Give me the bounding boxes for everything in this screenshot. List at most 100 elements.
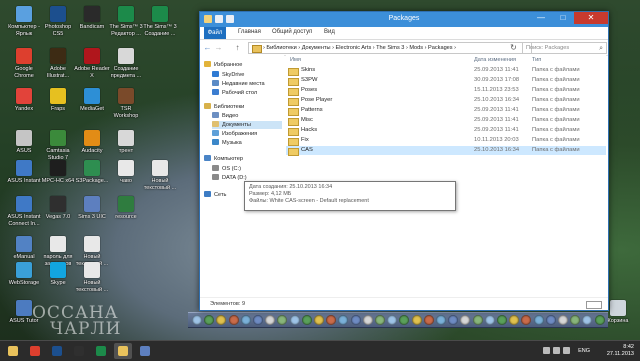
table-row[interactable]: Poses 15.11.2013 23:53 Папка с файлами bbox=[286, 86, 606, 96]
strip-item-icon[interactable] bbox=[240, 315, 251, 325]
strip-item-icon[interactable] bbox=[570, 315, 581, 325]
desktop-icon-chrome[interactable]: Google Chrome bbox=[6, 48, 42, 79]
desktop-icon-tsr-workshop[interactable]: TSR Workshop bbox=[108, 88, 144, 119]
maximize-button[interactable]: □ bbox=[552, 12, 574, 24]
desktop-icon-yandex[interactable]: Yandex bbox=[6, 88, 42, 113]
desktop-icon-fraps[interactable]: Fraps bbox=[40, 88, 76, 113]
strip-item-icon[interactable] bbox=[277, 315, 288, 325]
desktop-icon-mpc-hc[interactable]: MPC-HC x64 bbox=[40, 160, 76, 185]
taskbar-explorer-button[interactable] bbox=[4, 343, 22, 359]
desktop-icon-asus[interactable]: ASUS bbox=[6, 130, 42, 155]
up-button[interactable]: ↑ bbox=[233, 43, 242, 52]
refresh-button[interactable]: ↻ bbox=[509, 43, 518, 52]
strip-item-icon[interactable] bbox=[289, 315, 300, 325]
desktop-icon-sims3-create[interactable]: The Sims™ 3 Создание ... bbox=[142, 6, 178, 37]
close-button[interactable]: ✕ bbox=[574, 12, 608, 24]
strip-item-icon[interactable] bbox=[521, 315, 532, 325]
language-indicator[interactable]: ENG bbox=[578, 348, 590, 354]
desktop-icon-resource[interactable]: resource bbox=[108, 196, 144, 221]
strip-item-icon[interactable] bbox=[204, 315, 215, 325]
desktop-icon-s3package[interactable]: S3Package... bbox=[74, 160, 110, 185]
strip-item-icon[interactable] bbox=[509, 315, 520, 325]
nav-pictures[interactable]: Изображения bbox=[212, 130, 282, 138]
column-date[interactable]: Дата изменения bbox=[474, 57, 516, 63]
strip-item-icon[interactable] bbox=[253, 315, 263, 325]
tab-home[interactable]: Главная bbox=[238, 29, 261, 35]
desktop-icon-webstorage[interactable]: WebStorage bbox=[6, 262, 42, 287]
table-row[interactable]: S3PW 30.09.2013 17:08 Папка с файлами bbox=[286, 76, 606, 86]
minimize-button[interactable]: — bbox=[530, 12, 552, 24]
table-row[interactable]: Fix 10.11.2013 20:03 Папка с файлами bbox=[286, 136, 606, 146]
nav-skydrive[interactable]: SkyDrive bbox=[212, 71, 282, 79]
strip-item-icon[interactable] bbox=[448, 315, 459, 325]
strip-item-icon[interactable] bbox=[533, 315, 544, 325]
column-type[interactable]: Тип bbox=[532, 57, 541, 63]
tab-file[interactable]: Файл bbox=[204, 27, 226, 39]
nav-desktop[interactable]: Рабочий стол bbox=[212, 89, 282, 97]
desktop-icon-bandicam[interactable]: Bandicam bbox=[74, 6, 110, 31]
strip-item-icon[interactable] bbox=[436, 315, 446, 325]
strip-item-icon[interactable] bbox=[301, 315, 312, 325]
nav-favorites[interactable]: Избранное bbox=[204, 61, 282, 69]
desktop-icon-skype[interactable]: Skype bbox=[40, 262, 76, 287]
strip-item-icon[interactable] bbox=[314, 315, 324, 325]
strip-item-icon[interactable] bbox=[594, 315, 605, 325]
desktop-icon-create-item[interactable]: Создание предмета ... bbox=[108, 48, 144, 79]
desktop-icon-mediaget[interactable]: MediaGet bbox=[74, 88, 110, 113]
strip-item-icon[interactable] bbox=[375, 315, 385, 325]
desktop-icon-adobe-reader[interactable]: Adobe Reader X bbox=[74, 48, 110, 79]
desktop-icon-computer[interactable]: Компьютер - Ярлык bbox=[6, 6, 42, 37]
search-input[interactable]: Поиск: Packages ⌕ bbox=[522, 42, 607, 54]
tab-view[interactable]: Вид bbox=[324, 29, 335, 35]
desktop-icon-asus-connect[interactable]: ASUS Instant Connect In... bbox=[6, 196, 42, 227]
desktop-icon-trent[interactable]: трент bbox=[108, 130, 144, 155]
nav-recent-places[interactable]: Недавние места bbox=[212, 80, 282, 88]
table-row[interactable]: Hacks 25.09.2013 11:41 Папка с файлами bbox=[286, 126, 606, 136]
back-button[interactable]: ← bbox=[203, 43, 212, 52]
strip-item-icon[interactable] bbox=[362, 315, 373, 325]
desktop-icon-chavo[interactable]: чаво bbox=[108, 160, 144, 185]
strip-item-icon[interactable] bbox=[545, 315, 556, 325]
desktop-icon-sims3-editor[interactable]: The Sims™ 3 Редактор ... bbox=[108, 6, 144, 37]
strip-item-icon[interactable] bbox=[423, 315, 434, 325]
strip-item-icon[interactable] bbox=[265, 315, 276, 325]
nav-computer[interactable]: Компьютер bbox=[204, 155, 282, 163]
strip-item-icon[interactable] bbox=[472, 315, 483, 325]
strip-item-icon[interactable] bbox=[387, 315, 398, 325]
strip-item-icon[interactable] bbox=[338, 315, 349, 325]
strip-item-icon[interactable] bbox=[582, 315, 593, 325]
desktop-icon-new-text-1[interactable]: Новый текстовый ... bbox=[142, 160, 178, 191]
view-toggle-icon[interactable] bbox=[586, 301, 602, 309]
strip-item-icon[interactable] bbox=[350, 315, 361, 325]
desktop-icon-sims3-uic[interactable]: Sims 3 UIC bbox=[74, 196, 110, 221]
tab-share[interactable]: Общий доступ bbox=[272, 29, 312, 35]
nav-libraries[interactable]: Библиотеки bbox=[204, 103, 282, 111]
taskbar-chrome-button[interactable] bbox=[26, 343, 44, 359]
nav-documents[interactable]: Документы bbox=[212, 121, 282, 129]
desktop-icon-new-text-3[interactable]: Новый текстовый ... bbox=[74, 262, 110, 293]
desktop-icon-emanual[interactable]: eManual bbox=[6, 236, 42, 261]
taskbar-sims-button[interactable] bbox=[92, 343, 110, 359]
desktop-icon-illustrator[interactable]: Adobe Illustrat... bbox=[40, 48, 76, 79]
taskbar-folder-active-button[interactable] bbox=[114, 343, 132, 359]
strip-item-icon[interactable] bbox=[326, 315, 337, 325]
nav-video[interactable]: Видео bbox=[212, 112, 282, 120]
table-row[interactable]: Patterns 25.09.2013 11:41 Папка с файлами bbox=[286, 106, 606, 116]
nav-music[interactable]: Музыка bbox=[212, 139, 282, 147]
volume-icon[interactable] bbox=[563, 347, 570, 354]
taskbar-photoshop-button[interactable] bbox=[48, 343, 66, 359]
strip-item-icon[interactable] bbox=[497, 315, 507, 325]
clock[interactable]: 8:42 27.11.2013 bbox=[596, 344, 634, 358]
desktop-icon-vegas[interactable]: Vegas 7.0 bbox=[40, 196, 76, 221]
desktop-icon-camtasia[interactable]: Camtasia Studio 7 bbox=[40, 130, 76, 161]
desktop-icon-photoshop[interactable]: Photoshop CS5 bbox=[40, 6, 76, 37]
forward-button[interactable]: → bbox=[214, 43, 223, 52]
strip-item-icon[interactable] bbox=[460, 315, 471, 325]
tray-arrow-icon[interactable] bbox=[543, 347, 550, 354]
strip-item-icon[interactable] bbox=[228, 315, 239, 325]
breadcrumb[interactable]: › Библиотеки › Документы › Electronic Ar… bbox=[248, 42, 532, 54]
table-row[interactable]: Skins 25.09.2013 11:41 Папка с файлами bbox=[286, 66, 606, 76]
taskbar-app-button[interactable] bbox=[136, 343, 154, 359]
network-status-icon[interactable] bbox=[553, 347, 560, 354]
strip-item-icon[interactable] bbox=[399, 315, 410, 325]
